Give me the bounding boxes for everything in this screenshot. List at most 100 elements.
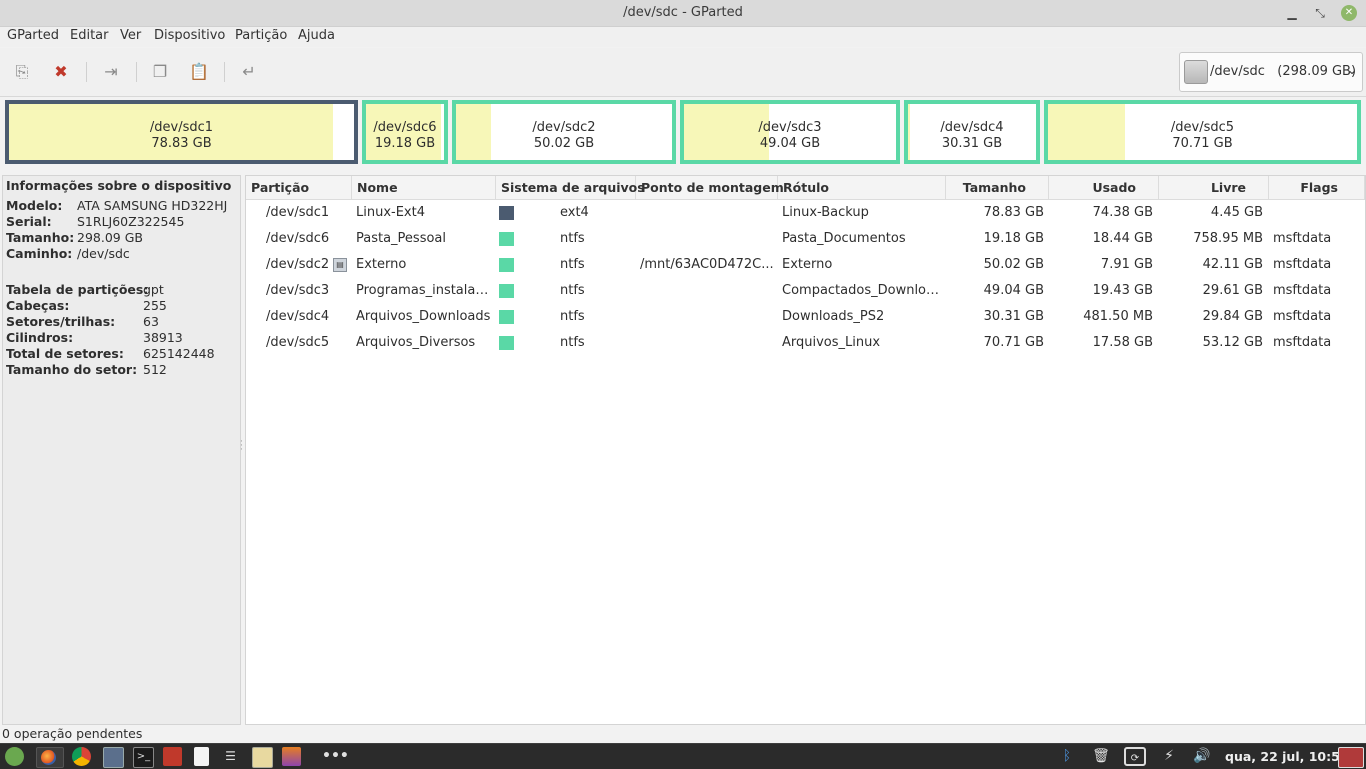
resize-move-icon[interactable]: ⇥ — [99, 60, 123, 84]
pane-splitter-handle[interactable]: · · · — [240, 438, 243, 456]
show-desktop-icon[interactable] — [1338, 747, 1364, 768]
mint-menu-icon[interactable] — [5, 747, 24, 766]
menu-ajuda[interactable]: Ajuda — [298, 28, 335, 43]
window-title: /dev/sdc - GParted — [623, 5, 743, 20]
copy-icon[interactable]: ❐ — [148, 60, 172, 84]
filesystem-color-swatch — [499, 258, 514, 272]
cell-flags: msftdata — [1273, 335, 1332, 350]
table-row[interactable]: /dev/sdc6 Pasta_Pessoal ntfs Pasta_Document… — [246, 226, 1365, 252]
col-rotulo[interactable]: Rótulo — [778, 176, 946, 199]
update-manager-icon[interactable]: ⟳ — [1124, 747, 1146, 766]
partition-map-sdc1[interactable]: /dev/sdc1 78.83 GB — [5, 100, 358, 164]
filesystem-color-swatch — [499, 310, 514, 324]
cell-filesystem: ntfs — [560, 257, 585, 272]
device-info-row: Cilindros: 38913 — [6, 330, 183, 345]
partition-map-label: /dev/sdc6 19.18 GB — [373, 120, 437, 151]
cell-free: 29.84 GB — [1202, 309, 1263, 324]
table-row[interactable]: /dev/sdc1 Linux-Ext4 ext4 Linux-Backup 78.83… — [246, 200, 1365, 226]
menu-gparted[interactable]: GParted — [7, 28, 59, 43]
cell-filesystem: ntfs — [560, 309, 585, 324]
device-size: (298.09 GB) — [1277, 64, 1357, 79]
device-info-key: Tamanho do setor: — [6, 362, 138, 377]
cell-used: 17.58 GB — [1092, 335, 1153, 350]
trash-icon[interactable]: 🗑 — [1090, 747, 1112, 766]
more-apps-icon[interactable]: ••• — [322, 747, 349, 766]
partition-map-sdc3[interactable]: /dev/sdc3 49.04 GB — [680, 100, 900, 164]
taskbar: >_ ☰ ••• ᛒ 🗑 ⟳ ⚡ 🔊 qua, 22 jul, 10:51 — [0, 743, 1366, 769]
device-info-value: 512 — [143, 362, 167, 377]
cell-flags: msftdata — [1273, 283, 1332, 298]
device-info-value: 625142448 — [143, 346, 215, 361]
table-row[interactable]: /dev/sdc5 Arquivos_Diversos ntfs Arquivos_L… — [246, 330, 1365, 356]
cell-partition: /dev/sdc3 — [266, 283, 330, 298]
partition-map-label: /dev/sdc4 30.31 GB — [940, 120, 1004, 151]
delete-icon[interactable]: ✖ — [49, 60, 73, 84]
col-nome[interactable]: Nome — [352, 176, 496, 199]
image-viewer-icon[interactable] — [282, 747, 301, 766]
device-info-row: Tamanho: 298.09 GB — [6, 230, 143, 245]
device-info-key: Caminho: — [6, 246, 73, 261]
menu-particao[interactable]: Partição — [235, 28, 287, 43]
col-particao[interactable]: Partição — [246, 176, 352, 199]
cell-label: Compactados_Downloads — [782, 283, 944, 298]
network-icon[interactable]: ⚡ — [1157, 747, 1181, 766]
cell-name: Pasta_Pessoal — [356, 231, 447, 246]
device-selector[interactable]: /dev/sdc (298.09 GB) ⌄ — [1179, 52, 1363, 92]
col-usado[interactable]: Usado — [1049, 176, 1159, 199]
device-info-row: Caminho: /dev/sdc — [6, 246, 130, 261]
cell-filesystem: ntfs — [560, 283, 585, 298]
toolbar-separator — [224, 62, 225, 82]
mounted-lock-icon: ▤ — [333, 258, 347, 272]
chrome-icon[interactable] — [72, 747, 91, 766]
firefox-icon[interactable] — [41, 750, 56, 765]
menu-ver[interactable]: Ver — [120, 28, 141, 43]
table-row[interactable]: /dev/sdc4 Arquivos_Downloads ntfs Downloads… — [246, 304, 1365, 330]
undo-icon[interactable]: ↵ — [237, 60, 261, 84]
text-document-icon[interactable] — [194, 747, 209, 766]
toolbar-separator — [86, 62, 87, 82]
partition-map-sdc5[interactable]: /dev/sdc5 70.71 GB — [1044, 100, 1361, 164]
paste-icon[interactable]: 📋 — [187, 60, 211, 84]
cell-filesystem: ntfs — [560, 231, 585, 246]
new-partition-icon[interactable]: ⎘ — [10, 60, 34, 84]
cell-used: 74.38 GB — [1092, 205, 1153, 220]
col-tamanho[interactable]: Tamanho — [946, 176, 1049, 199]
menu-editar[interactable]: Editar — [70, 28, 109, 43]
partition-map-sdc2[interactable]: /dev/sdc2 50.02 GB — [452, 100, 676, 164]
menu-bar: GParted Editar Ver Dispositivo Partição … — [0, 27, 1366, 47]
task-manager-icon[interactable]: ☰ — [221, 747, 240, 766]
cell-size: 30.31 GB — [983, 309, 1044, 324]
cell-free: 42.11 GB — [1202, 257, 1263, 272]
minimize-button[interactable]: ▁ — [1283, 4, 1301, 22]
table-row[interactable]: /dev/sdc3 Programas_instalados ntfs Compact… — [246, 278, 1365, 304]
volume-icon[interactable]: 🔊 — [1190, 747, 1214, 766]
device-info-key: Cilindros: — [6, 330, 74, 345]
cell-label: Externo — [782, 257, 833, 272]
col-ponto-montagem[interactable]: Ponto de montagem — [636, 176, 784, 199]
system-settings-icon[interactable] — [103, 747, 124, 768]
cell-used: 481.50 MB — [1083, 309, 1153, 324]
close-button[interactable]: ✕ — [1341, 5, 1357, 21]
cell-size: 49.04 GB — [983, 283, 1044, 298]
bluetooth-icon[interactable]: ᛒ — [1058, 747, 1076, 766]
partition-table: Partição Nome Sistema de arquivos Ponto … — [245, 175, 1366, 725]
device-info-key: Total de setores: — [6, 346, 124, 361]
maximize-button[interactable]: ⤡ — [1311, 4, 1329, 22]
col-flags[interactable]: Flags — [1269, 176, 1365, 199]
terminal-icon[interactable]: >_ — [133, 747, 154, 768]
cell-mount-point — [640, 200, 774, 226]
file-manager-icon[interactable] — [163, 747, 182, 766]
device-info-value: 255 — [143, 298, 167, 313]
table-row[interactable]: /dev/sdc2 Externo ntfs/mnt/63AC0D472C... Ex… — [246, 252, 1365, 278]
col-livre[interactable]: Livre — [1159, 176, 1269, 199]
pending-operations-text: 0 operação pendentes — [2, 726, 143, 741]
partition-map-sdc4[interactable]: /dev/sdc4 30.31 GB — [904, 100, 1040, 164]
device-info-value: S1RLJ60Z322545 — [77, 214, 185, 229]
partition-map-sdc6[interactable]: /dev/sdc6 19.18 GB — [362, 100, 448, 164]
device-info-value: 298.09 GB — [77, 230, 143, 245]
device-info-value: 63 — [143, 314, 159, 329]
text-editor-icon[interactable] — [252, 747, 273, 768]
col-sistema-arquivos[interactable]: Sistema de arquivos — [496, 176, 645, 199]
clock[interactable]: qua, 22 jul, 10:51 — [1225, 749, 1349, 764]
menu-dispositivo[interactable]: Dispositivo — [154, 28, 225, 43]
